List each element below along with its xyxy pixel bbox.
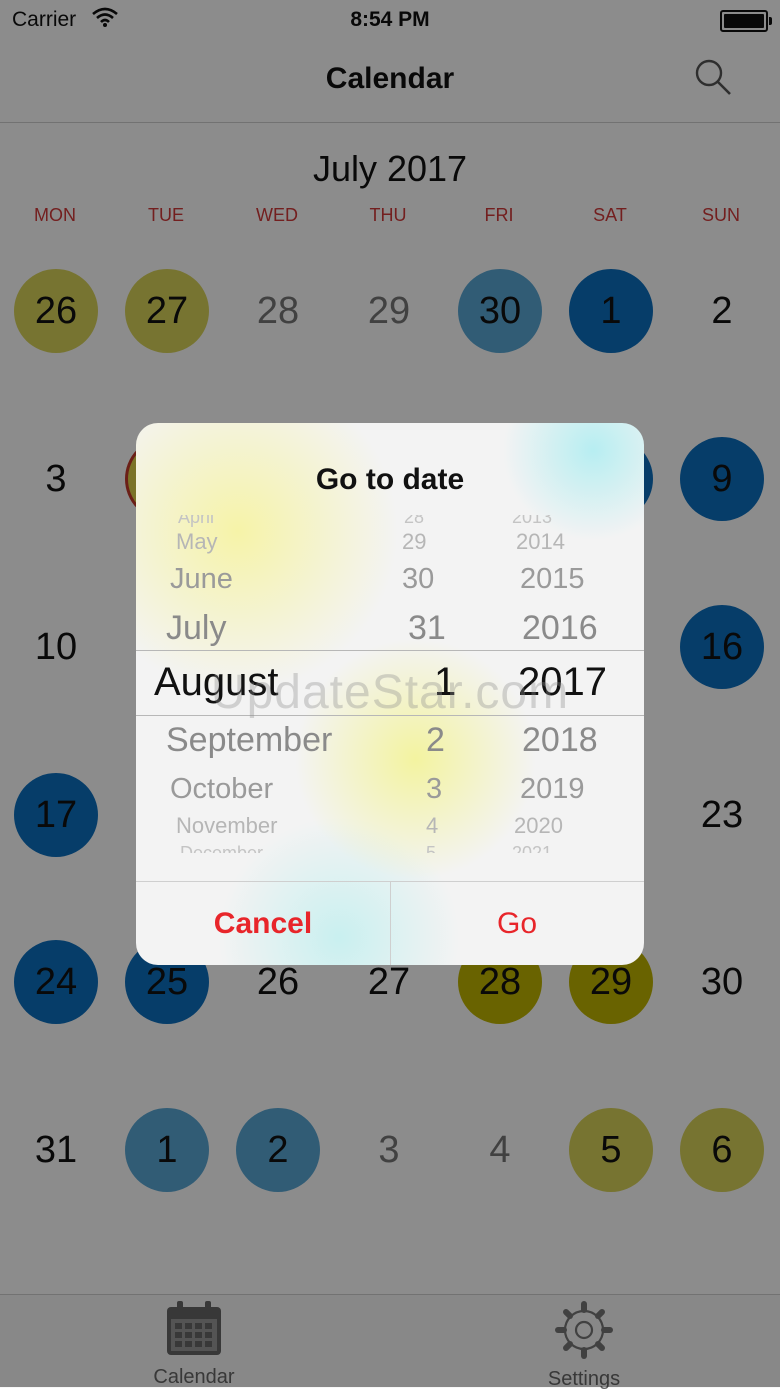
picker-day: 30 — [402, 563, 435, 595]
picker-row[interactable]: May 29 2014 — [136, 529, 644, 557]
watermark: UpdateStar.com — [210, 666, 570, 719]
picker-day: 4 — [426, 813, 439, 838]
picker-row[interactable]: April 28 2013 — [136, 515, 644, 527]
cancel-button[interactable]: Cancel — [136, 882, 390, 965]
picker-month: July — [166, 609, 227, 647]
go-to-date-dialog: Go to date April 28 2013 May 29 2014 Jun… — [136, 423, 644, 965]
dialog-actions: Cancel Go — [136, 881, 644, 965]
picker-row[interactable]: September 2 2018 — [136, 717, 644, 763]
picker-year: 2021 — [512, 843, 553, 853]
picker-month: May — [176, 529, 218, 554]
dialog-title: Go to date — [315, 463, 465, 496]
picker-day: 31 — [408, 609, 446, 647]
app-screen: Carrier 8:54 PM Calendar July 2017 MON T… — [0, 0, 780, 1390]
picker-day: 2 — [426, 721, 445, 759]
picker-day: 29 — [402, 529, 427, 554]
picker-row[interactable]: July 31 2016 — [136, 605, 644, 651]
picker-year: 2013 — [512, 515, 553, 527]
picker-month: October — [170, 773, 274, 805]
picker-row[interactable]: November 4 2020 — [136, 813, 644, 841]
picker-month: September — [166, 721, 333, 759]
picker-year: 2020 — [514, 813, 563, 838]
picker-row[interactable]: October 3 2019 — [136, 769, 644, 809]
picker-month: November — [176, 813, 278, 838]
go-button[interactable]: Go — [390, 882, 644, 965]
picker-row[interactable]: December 5 2021 — [136, 841, 644, 853]
picker-year: 2015 — [520, 563, 585, 595]
picker-day: 28 — [404, 515, 425, 527]
picker-year: 2019 — [520, 773, 585, 805]
picker-row[interactable]: June 30 2015 — [136, 559, 644, 599]
date-picker[interactable]: April 28 2013 May 29 2014 June 30 2015 J… — [136, 515, 644, 853]
picker-day: 5 — [426, 843, 437, 853]
picker-year: 2016 — [522, 609, 598, 647]
picker-year: 2018 — [522, 721, 598, 759]
picker-year: 2014 — [516, 529, 565, 554]
picker-month: June — [170, 563, 233, 595]
picker-month: April — [178, 515, 215, 527]
picker-month: December — [180, 843, 264, 853]
picker-day: 3 — [426, 773, 443, 805]
